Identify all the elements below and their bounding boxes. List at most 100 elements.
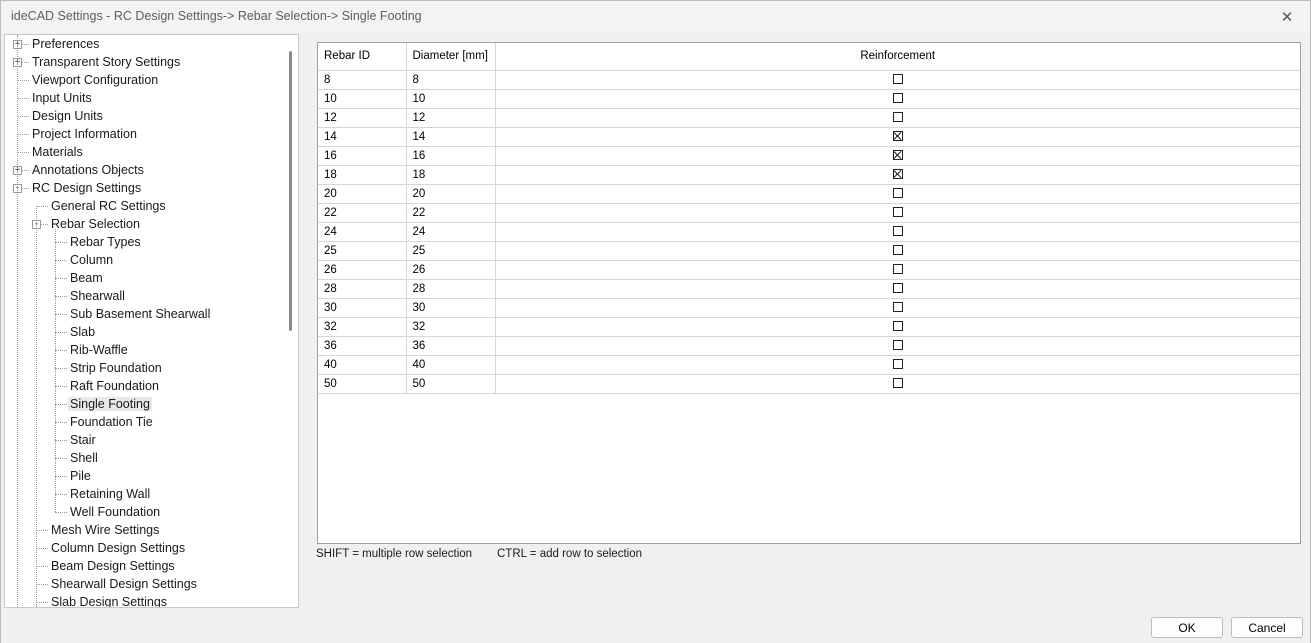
reinforcement-checkbox[interactable] — [892, 150, 903, 161]
column-header-rebar-id[interactable]: Rebar ID — [318, 43, 407, 71]
table-row[interactable]: 36 36 — [318, 336, 1300, 356]
rebar-id-cell[interactable]: 50 — [318, 374, 407, 394]
tree-scrollbar-thumb[interactable] — [289, 51, 292, 331]
diameter-cell[interactable]: 18 — [406, 165, 496, 185]
tree-item[interactable]: Single Footing — [68, 395, 152, 413]
reinforcement-checkbox[interactable] — [892, 226, 903, 237]
tree-item[interactable]: Slab — [68, 323, 97, 341]
rebar-id-cell[interactable]: 24 — [318, 222, 407, 242]
tree-item[interactable]: Materials — [30, 143, 85, 161]
diameter-cell[interactable]: 24 — [406, 222, 496, 242]
diameter-cell[interactable]: 28 — [406, 279, 496, 299]
table-row[interactable]: 20 20 — [318, 184, 1300, 204]
reinforcement-checkbox[interactable] — [892, 93, 903, 104]
tree-item[interactable]: Annotations Objects — [30, 161, 146, 179]
tree-item[interactable]: Column — [68, 251, 115, 269]
table-row[interactable]: 10 10 — [318, 89, 1300, 109]
rebar-id-cell[interactable]: 25 — [318, 241, 407, 261]
reinforcement-checkbox[interactable] — [892, 74, 903, 85]
tree-item[interactable]: Slab Design Settings — [49, 593, 169, 607]
table-row[interactable]: 16 16 — [318, 146, 1300, 166]
tree-item[interactable]: Shell — [68, 449, 100, 467]
diameter-cell[interactable]: 30 — [406, 298, 496, 318]
diameter-cell[interactable]: 12 — [406, 108, 496, 128]
rebar-id-cell[interactable]: 12 — [318, 108, 407, 128]
tree-item[interactable]: Stair — [68, 431, 98, 449]
reinforcement-checkbox[interactable] — [892, 131, 903, 142]
diameter-cell[interactable]: 50 — [406, 374, 496, 394]
table-row[interactable]: 25 25 — [318, 241, 1300, 261]
tree-item[interactable]: Foundation Tie — [68, 413, 155, 431]
reinforcement-checkbox[interactable] — [892, 169, 903, 180]
tree-item[interactable]: Sub Basement Shearwall — [68, 305, 212, 323]
reinforcement-checkbox[interactable] — [892, 188, 903, 199]
rebar-id-cell[interactable]: 22 — [318, 203, 407, 223]
rebar-id-cell[interactable]: 10 — [318, 89, 407, 109]
reinforcement-checkbox[interactable] — [892, 207, 903, 218]
rebar-id-cell[interactable]: 14 — [318, 127, 407, 147]
tree-item[interactable]: Input Units — [30, 89, 94, 107]
rebar-id-cell[interactable]: 8 — [318, 70, 407, 90]
tree-item[interactable]: Mesh Wire Settings — [49, 521, 161, 539]
rebar-id-cell[interactable]: 36 — [318, 336, 407, 356]
diameter-cell[interactable]: 16 — [406, 146, 496, 166]
tree-item[interactable]: Beam — [68, 269, 105, 287]
reinforcement-checkbox[interactable] — [892, 321, 903, 332]
diameter-cell[interactable]: 32 — [406, 317, 496, 337]
reinforcement-checkbox[interactable] — [892, 283, 903, 294]
tree-item[interactable]: Viewport Configuration — [30, 71, 160, 89]
tree-item[interactable]: Shearwall — [68, 287, 127, 305]
rebar-id-cell[interactable]: 32 — [318, 317, 407, 337]
tree-item[interactable]: Strip Foundation — [68, 359, 164, 377]
reinforcement-checkbox[interactable] — [892, 264, 903, 275]
reinforcement-checkbox[interactable] — [892, 359, 903, 370]
diameter-cell[interactable]: 25 — [406, 241, 496, 261]
table-row[interactable]: 88 — [318, 70, 1300, 90]
table-row[interactable]: 40 40 — [318, 355, 1300, 375]
diameter-cell[interactable]: 14 — [406, 127, 496, 147]
table-row[interactable]: 18 18 — [318, 165, 1300, 185]
ok-button[interactable]: OK — [1151, 617, 1223, 638]
table-row[interactable]: 30 30 — [318, 298, 1300, 318]
table-row[interactable]: 12 12 — [318, 108, 1300, 128]
rebar-id-cell[interactable]: 16 — [318, 146, 407, 166]
rebar-id-cell[interactable]: 40 — [318, 355, 407, 375]
table-row[interactable]: 28 28 — [318, 279, 1300, 299]
cancel-button[interactable]: Cancel — [1231, 617, 1303, 638]
tree-item[interactable]: Rebar Selection — [49, 215, 142, 233]
rebar-id-cell[interactable]: 20 — [318, 184, 407, 204]
tree-item[interactable]: Pile — [68, 467, 93, 485]
tree-item[interactable]: Retaining Wall — [68, 485, 152, 503]
diameter-cell[interactable]: 26 — [406, 260, 496, 280]
diameter-cell[interactable]: 8 — [406, 70, 496, 90]
tree-item[interactable]: Column Design Settings — [49, 539, 187, 557]
tree-item[interactable]: Preferences — [30, 35, 101, 53]
reinforcement-checkbox[interactable] — [892, 112, 903, 123]
reinforcement-checkbox[interactable] — [892, 302, 903, 313]
table-row[interactable]: 50 50 — [318, 374, 1300, 394]
reinforcement-checkbox[interactable] — [892, 378, 903, 389]
tree-item[interactable]: Shearwall Design Settings — [49, 575, 199, 593]
close-button[interactable]: ✕ — [1264, 1, 1310, 33]
tree-item[interactable]: Well Foundation — [68, 503, 162, 521]
tree-item[interactable]: Rebar Types — [68, 233, 143, 251]
rebar-id-cell[interactable]: 18 — [318, 165, 407, 185]
table-row[interactable]: 32 32 — [318, 317, 1300, 337]
column-header-diameter[interactable]: Diameter [mm] — [406, 43, 496, 71]
diameter-cell[interactable]: 20 — [406, 184, 496, 204]
tree-item[interactable]: Transparent Story Settings — [30, 53, 182, 71]
diameter-cell[interactable]: 36 — [406, 336, 496, 356]
diameter-cell[interactable]: 10 — [406, 89, 496, 109]
tree-item[interactable]: General RC Settings — [49, 197, 168, 215]
diameter-cell[interactable]: 22 — [406, 203, 496, 223]
table-row[interactable]: 22 22 — [318, 203, 1300, 223]
reinforcement-checkbox[interactable] — [892, 245, 903, 256]
reinforcement-checkbox[interactable] — [892, 340, 903, 351]
tree-item[interactable]: Beam Design Settings — [49, 557, 177, 575]
column-header-reinforcement[interactable]: Reinforcement — [495, 43, 1300, 71]
rebar-id-cell[interactable]: 30 — [318, 298, 407, 318]
table-row[interactable]: 26 26 — [318, 260, 1300, 280]
tree-item[interactable]: Design Units — [30, 107, 105, 125]
tree-item[interactable]: Project Information — [30, 125, 139, 143]
tree-scrollbar[interactable] — [282, 35, 298, 607]
